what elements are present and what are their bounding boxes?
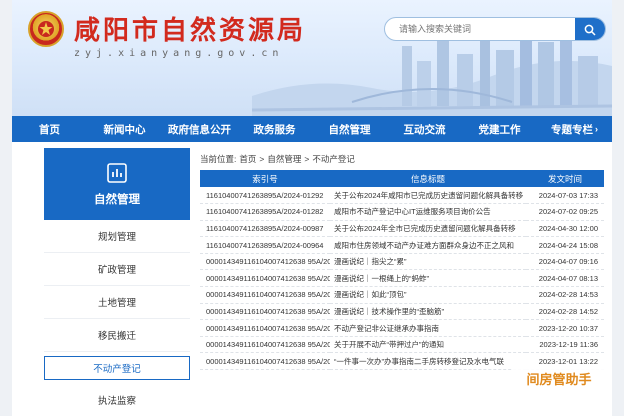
cell-index-number: 000014349116104007412638 95A/20 [200,336,330,354]
cell-index-number: 11610400741263895A/2024-01292 [200,187,330,205]
cell-date: 2024-04-07 09:16 [526,253,604,271]
cell-title-link[interactable]: 漫画说纪｜技术操作里的“歪脑筋” [330,303,526,321]
document-table: 索引号 信息标题 发文时间 11610400741263895A/2024-01… [200,170,604,371]
chart-document-icon [107,163,127,183]
table-row[interactable]: 000014349116104007412638 95A/20 关于开展不动产“带… [200,336,604,354]
column-header-date: 发文时间 [526,170,604,187]
main-nav: 首页 新闻中心 政府信息公开 政务服务 自然管理 互动交流 党建工作 专题专栏 … [12,116,612,142]
cell-date: 2023-12-19 11:36 [526,336,604,354]
nav-item-interaction[interactable]: 互动交流 [387,116,462,142]
table-row[interactable]: 000014349116104007412638 95A/20 漫画说纪｜指尖之“… [200,253,604,271]
nav-item-gov-info[interactable]: 政府信息公开 [162,116,237,142]
sidebar-item-planning[interactable]: 规划管理 [44,220,190,253]
table-row[interactable]: 000014349116104007412638 95A/20 不动产登记非公证继… [200,319,604,337]
cell-title-link[interactable]: 咸阳市住房领域不动产办证难方面群众身边不正之风和 [330,236,526,254]
breadcrumb-home[interactable]: 首页 [239,153,256,165]
nav-item-services[interactable]: 政务服务 [237,116,312,142]
cell-date: 2023-12-20 10:37 [526,319,604,337]
cell-date: 2024-04-07 08:13 [526,269,604,288]
national-emblem-icon [28,10,64,47]
breadcrumb-current: 不动产登记 [312,154,355,164]
search-box [384,17,606,41]
cell-title-link[interactable]: 关于开展不动产“带押过户”的通知 [330,336,526,354]
table-header-row: 索引号 信息标题 发文时间 [200,170,604,187]
sidebar-item-mining[interactable]: 矿政管理 [44,253,190,286]
cell-title-link[interactable]: 咸阳市不动产登记中心IT运维服务项目询价公告 [330,203,526,221]
cell-title-link[interactable]: 漫画说纪｜一根绳上的“蚂蚱” [330,269,526,288]
cell-date: 2024-02-28 14:53 [526,286,604,304]
sidebar-header: 自然管理 [44,148,190,220]
table-row[interactable]: 000014349116104007412638 95A/20 漫画说纪｜技术操作… [200,303,604,321]
cell-index-number: 11610400741263895A/2024-00987 [200,220,330,238]
breadcrumb-natural-management[interactable]: 自然管理 [267,153,301,165]
search-input[interactable] [399,24,569,34]
table-row[interactable]: 11610400741263895A/2024-00987 关于公布2024年全市… [200,220,604,238]
breadcrumb: 当前位置: 首页 > 自然管理 > 不动产登记 [200,148,604,170]
column-header-index: 索引号 [200,170,330,187]
cell-date: 2024-07-03 17:33 [526,187,604,205]
breadcrumb-separator: > [304,154,310,164]
site-url: zyj.xianyang.gov.cn [74,48,284,59]
nav-item-news[interactable]: 新闻中心 [87,116,162,142]
cell-title-link[interactable]: “一件事一次办”办事指南二手房转移登记及水电气联 [330,352,526,371]
breadcrumb-separator: > [259,154,265,164]
cell-title-link[interactable]: 不动产登记非公证继承办事指南 [330,319,526,337]
site-logo[interactable]: 咸阳市自然资源局 [28,10,306,47]
sidebar-item-real-estate-registration[interactable]: 不动产登记 [44,356,190,380]
table-row[interactable]: 000014349116104007412638 95A/20 漫画说纪｜一根绳上… [200,269,604,288]
cell-index-number: 000014349116104007412638 95A/20 [200,319,330,337]
sidebar-title: 自然管理 [94,194,140,206]
sidebar-item-relocation[interactable]: 移民搬迁 [44,319,190,352]
nav-item-special-topics[interactable]: 专题专栏 › [537,116,612,142]
sidebar-item-land[interactable]: 土地管理 [44,286,190,319]
sidebar: 自然管理 规划管理 矿政管理 土地管理 移民搬迁 不动产登记 执法监察 [44,148,190,416]
cell-index-number: 11610400741263895A/2024-00964 [200,236,330,254]
cell-date: 2024-04-30 12:00 [526,220,604,238]
watermark-logo: 间房管助手 [512,366,606,390]
site-title: 咸阳市自然资源局 [74,16,307,46]
cell-index-number: 000014349116104007412638 95A/20 [200,286,330,304]
cell-index-number: 11610400741263895A/2024-01282 [200,203,330,221]
cell-index-number: 000014349116104007412638 95A/20 [200,352,330,371]
cell-date: 2024-07-02 09:25 [526,203,604,221]
cell-index-number: 000014349116104007412638 95A/20 [200,269,330,288]
cell-date: 2024-02-28 14:52 [526,303,604,321]
table-row[interactable]: 11610400741263895A/2024-01292 关于公布2024年咸阳… [200,187,604,205]
cell-index-number: 000014349116104007412638 95A/20 [200,303,330,321]
cell-title-link[interactable]: 关于公布2024年咸阳市已完成历史遗留问题化解具备转移 [330,187,526,205]
table-row[interactable]: 11610400741263895A/2024-00964 咸阳市住房领域不动产办… [200,236,604,254]
cell-title-link[interactable]: 漫画说纪｜指尖之“累” [330,253,526,271]
nav-item-party-building[interactable]: 党建工作 [462,116,537,142]
cell-date: 2024-04-24 15:08 [526,236,604,254]
table-body: 11610400741263895A/2024-01292 关于公布2024年咸阳… [200,187,604,371]
sidebar-list: 规划管理 矿政管理 土地管理 移民搬迁 不动产登记 执法监察 [44,220,190,416]
search-button[interactable] [575,18,605,40]
page-frame: 咸阳市自然资源局 zyj.xianyang.gov.cn 首页 新闻中心 政府信… [12,0,612,416]
search-icon [584,24,596,36]
cell-title-link[interactable]: 关于公布2024年全市已完成历史遗留问题化解具备转移 [330,220,526,238]
column-header-title: 信息标题 [330,170,526,187]
cell-index-number: 000014349116104007412638 95A/20 [200,253,330,271]
chevron-right-icon: › [595,124,598,134]
cell-title-link[interactable]: 漫画说纪｜如此“顶包” [330,286,526,304]
nav-item-home[interactable]: 首页 [12,116,87,142]
breadcrumb-label: 当前位置: [200,154,237,164]
table-row[interactable]: 000014349116104007412638 95A/20 漫画说纪｜如此“顶… [200,286,604,304]
nav-item-natural-management[interactable]: 自然管理 [312,116,387,142]
site-header: 咸阳市自然资源局 zyj.xianyang.gov.cn [12,0,612,116]
table-row[interactable]: 11610400741263895A/2024-01282 咸阳市不动产登记中心I… [200,203,604,221]
sidebar-item-law-enforcement[interactable]: 执法监察 [44,384,190,416]
